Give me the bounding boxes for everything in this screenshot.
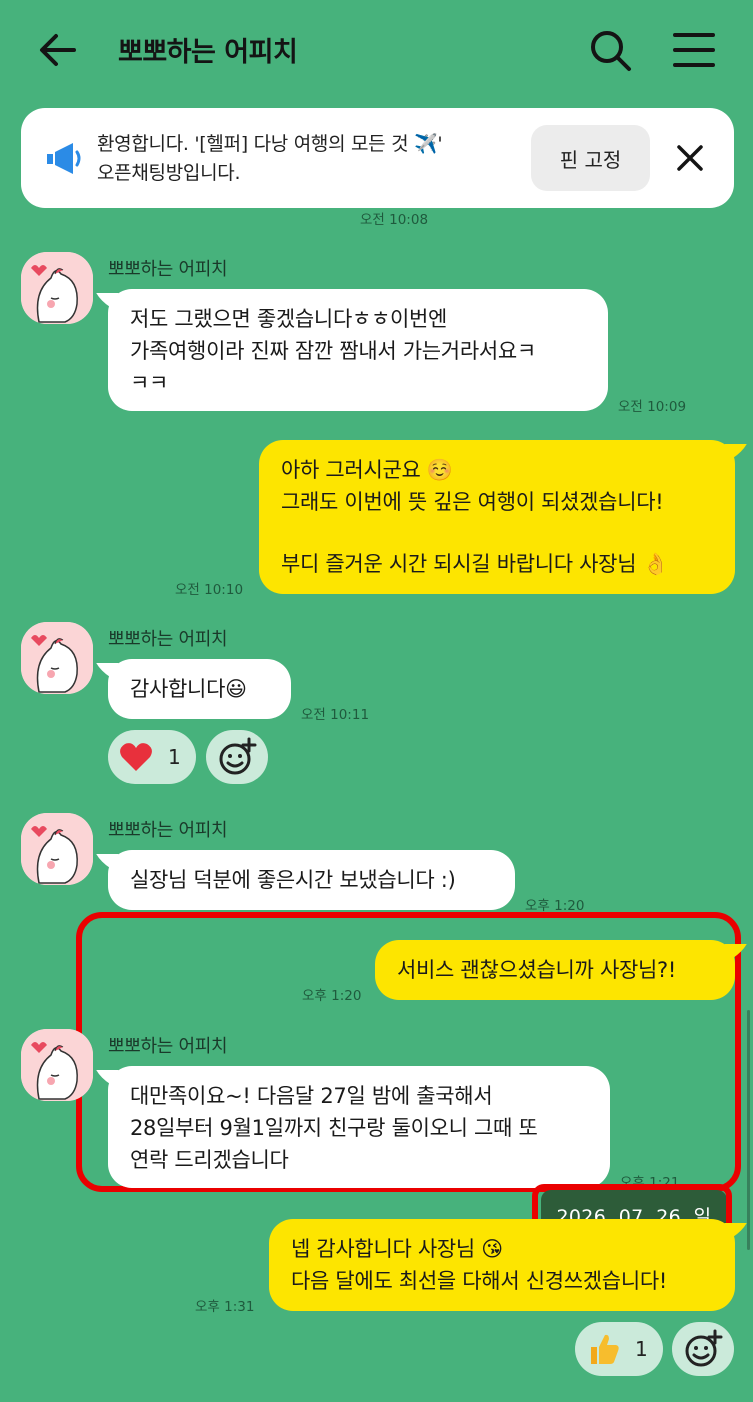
message-bubble-sent[interactable]: 넵 감사합니다 사장님 😘 다음 달에도 최선을 다해서 신경쓰겠습니다! [269, 1219, 735, 1311]
notice-text: 환영합니다. '[헬퍼] 다낭 여행의 모든 것 ✈️' 오픈채팅방입니다. [97, 130, 537, 188]
apeach-avatar-icon [21, 622, 93, 694]
reaction-chip[interactable]: 1 [108, 730, 196, 784]
message-time: 오후 1:31 [195, 1299, 255, 1315]
message-line: 아하 그러시군요 ☺️ [281, 458, 453, 482]
scrollbar[interactable] [747, 1010, 750, 1250]
message-line: 가족여행이라 진짜 잠깐 짬내서 가는거라서요ㅋ [130, 339, 536, 363]
message-line: 그래도 이번에 뜻 깊은 여행이 되셨겠습니다! [281, 490, 664, 514]
message-bubble-received[interactable]: 실장님 덕분에 좋은시간 보냈습니다 :) [108, 850, 515, 910]
message-time: 오전 10:10 [175, 582, 244, 598]
message-bubble-received[interactable]: 저도 그랬으면 좋겠습니다ㅎㅎ이번엔 가족여행이라 진짜 잠깐 짬내서 가는거라… [108, 289, 608, 411]
sender-name: 뽀뽀하는 어피치 [108, 629, 228, 650]
search-icon[interactable] [586, 26, 634, 74]
reaction-count: 1 [635, 1337, 648, 1361]
thumbs-up-icon [591, 1334, 619, 1364]
apeach-avatar-icon [21, 813, 93, 885]
message-line: ㅋㅋ [130, 371, 169, 395]
message-bubble-received[interactable]: 감사합니다😃 [108, 659, 291, 719]
message-line: 다음 달에도 최선을 다해서 신경쓰겠습니다! [291, 1269, 667, 1293]
reaction-count: 1 [168, 745, 181, 769]
message-time: 오전 10:11 [301, 707, 370, 723]
message-bubble-sent[interactable]: 아하 그러시군요 ☺️ 그래도 이번에 뜻 깊은 여행이 되셨겠습니다! 부디 … [259, 440, 735, 594]
message-time: 오전 10:09 [618, 399, 687, 415]
message-line: 부디 즐거운 시간 되시길 바랍니다 사장님 👌 [281, 552, 669, 576]
sender-name: 뽀뽀하는 어피치 [108, 820, 228, 841]
add-reaction-button[interactable] [672, 1322, 734, 1376]
message-line: 대만족이요~! 다음달 27일 밤에 출국해서 [130, 1084, 493, 1108]
reaction-chip[interactable]: 1 [575, 1322, 663, 1376]
message-line: 넵 감사합니다 사장님 😘 [291, 1237, 503, 1261]
add-emoji-icon [219, 737, 257, 775]
sender-name: 뽀뽀하는 어피치 [108, 259, 228, 280]
message-bubble-sent[interactable]: 서비스 괜찮으셨습니까 사장님?! [375, 940, 735, 1000]
close-icon[interactable] [670, 138, 710, 178]
hamburger-menu-icon[interactable] [670, 26, 718, 74]
notice-banner: 환영합니다. '[헬퍼] 다낭 여행의 모든 것 ✈️' 오픈채팅방입니다. 핀… [21, 108, 734, 208]
add-reaction-button[interactable] [206, 730, 268, 784]
add-emoji-icon [685, 1329, 723, 1367]
message-time: 오후 1:20 [525, 898, 585, 914]
heart-icon [120, 743, 152, 771]
avatar[interactable] [21, 622, 93, 694]
megaphone-icon [47, 143, 81, 174]
message-bubble-received[interactable]: 대만족이요~! 다음달 27일 밤에 출국해서 28일부터 9월1일까지 친구랑… [108, 1066, 610, 1188]
sender-name: 뽀뽀하는 어피치 [108, 1036, 228, 1057]
avatar[interactable] [21, 813, 93, 885]
chat-header: 뽀뽀하는 어피치 [0, 0, 753, 100]
notice-line-2: 오픈채팅방입니다. [97, 162, 241, 184]
message-line: 감사합니다😃 [130, 677, 247, 701]
arrow-left-icon[interactable] [34, 26, 82, 74]
message-line: 실장님 덕분에 좋은시간 보냈습니다 :) [130, 868, 456, 892]
avatar[interactable] [21, 1029, 93, 1101]
notice-line-1: 환영합니다. '[헬퍼] 다낭 여행의 모든 것 ✈️' [97, 133, 443, 155]
apeach-avatar-icon [21, 252, 93, 324]
message-line [281, 518, 713, 548]
pin-button[interactable]: 핀 고정 [531, 125, 650, 191]
message-line: 연락 드리겠습니다 [130, 1148, 289, 1172]
message-line: 저도 그랬으면 좋겠습니다ㅎㅎ이번엔 [130, 307, 448, 331]
message-line: 28일부터 9월1일까지 친구랑 둘이오니 그때 또 [130, 1116, 538, 1140]
avatar[interactable] [21, 252, 93, 324]
apeach-avatar-icon [21, 1029, 93, 1101]
message-time: 오후 1:20 [302, 988, 362, 1004]
message-time: 오전 10:08 [360, 212, 429, 228]
chat-title: 뽀뽀하는 어피치 [118, 37, 298, 68]
message-line: 서비스 괜찮으셨습니까 사장님?! [397, 958, 676, 982]
